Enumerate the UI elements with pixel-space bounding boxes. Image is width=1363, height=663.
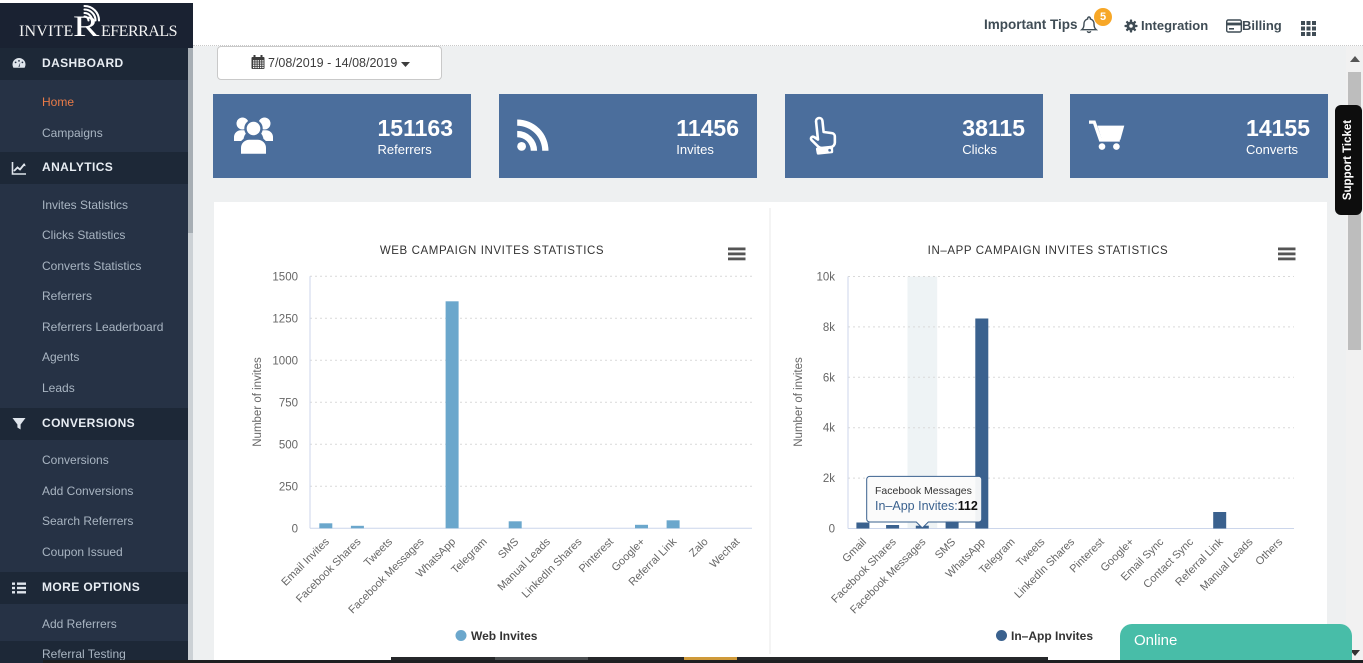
svg-text:6k: 6k xyxy=(823,372,835,384)
svg-text:0: 0 xyxy=(292,523,298,535)
svg-text:In–App Invites:112: In–App Invites:112 xyxy=(875,499,978,513)
svg-text:EFERRALS: EFERRALS xyxy=(101,23,177,40)
svg-text:In–App Invites: In–App Invites xyxy=(1011,629,1093,643)
svg-text:0: 0 xyxy=(829,524,835,536)
svg-text:2k: 2k xyxy=(823,473,835,485)
svg-text:INVITE: INVITE xyxy=(19,23,74,40)
svg-text:LinkedIn Shares: LinkedIn Shares xyxy=(520,536,585,601)
svg-text:500: 500 xyxy=(279,439,298,451)
svg-text:Number of invites: Number of invites xyxy=(252,357,264,447)
svg-text:Others: Others xyxy=(1253,536,1285,568)
svg-text:Number of invites: Number of invites xyxy=(793,357,805,447)
svg-text:8k: 8k xyxy=(823,322,835,334)
svg-text:IN–APP CAMPAIGN INVITES STATIS: IN–APP CAMPAIGN INVITES STATISTICS xyxy=(928,245,1169,257)
svg-text:Manual Leads: Manual Leads xyxy=(1198,536,1256,594)
svg-text:10k: 10k xyxy=(816,272,835,284)
svg-text:R: R xyxy=(73,10,100,43)
svg-text:250: 250 xyxy=(279,481,298,493)
svg-text:1250: 1250 xyxy=(272,313,298,325)
svg-text:SMS: SMS xyxy=(496,536,521,561)
svg-text:750: 750 xyxy=(279,397,298,409)
svg-text:Facebook Messages: Facebook Messages xyxy=(875,485,972,497)
svg-text:Wechat: Wechat xyxy=(708,536,743,571)
svg-text:1000: 1000 xyxy=(272,355,298,367)
svg-text:1500: 1500 xyxy=(272,271,298,283)
svg-text:Zalo: Zalo xyxy=(687,536,711,560)
svg-text:WEB CAMPAIGN INVITES STATISTIC: WEB CAMPAIGN INVITES STATISTICS xyxy=(380,245,604,257)
svg-text:Pinterest: Pinterest xyxy=(577,536,616,575)
svg-text:Web Invites: Web Invites xyxy=(471,629,538,643)
svg-text:4k: 4k xyxy=(823,423,835,435)
svg-text:SMS: SMS xyxy=(933,536,958,561)
